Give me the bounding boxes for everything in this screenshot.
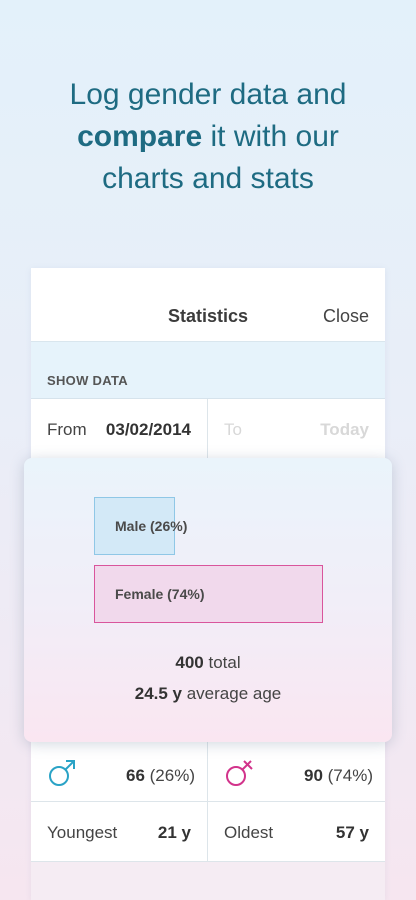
close-button[interactable]: Close: [323, 306, 369, 327]
age-range-row: Youngest 21 y Oldest 57 y: [31, 802, 385, 862]
female-bar: Female (74%): [94, 565, 323, 623]
gender-chart-popup: Male (26%) Female (74%) 400 total 24.5 y…: [24, 458, 392, 742]
average-age: 24.5 y average age: [24, 684, 392, 704]
male-bar: Male (26%): [94, 497, 187, 555]
female-count: 90: [304, 766, 323, 785]
female-count-value: 90 (74%): [304, 766, 373, 786]
total-count: 400 total: [24, 653, 392, 673]
card-header: Statistics Close: [31, 268, 385, 342]
from-date-field[interactable]: From 03/02/2014: [31, 399, 208, 459]
male-count-cell: 66 (26%): [31, 742, 208, 802]
promo-headline: Log gender data and compare it with our …: [0, 74, 416, 200]
to-date-field[interactable]: To Today: [208, 399, 385, 459]
headline-line-2: compare it with our: [0, 116, 416, 158]
headline-line-1: Log gender data and: [69, 78, 347, 111]
to-value: Today: [320, 420, 369, 439]
from-value: 03/02/2014: [105, 420, 191, 439]
youngest-value: 21 y: [157, 823, 191, 842]
male-percent: (26%): [144, 766, 195, 785]
male-count: 66: [126, 766, 145, 785]
female-percent: (74%): [322, 766, 373, 785]
total-suffix: total: [203, 653, 241, 672]
female-count-cell: 90 (74%): [208, 742, 385, 802]
total-value: 400: [175, 653, 204, 672]
youngest-label: Youngest: [47, 823, 118, 842]
oldest-value: 57 y: [335, 823, 369, 842]
headline-emphasis: compare: [77, 120, 203, 153]
male-count-value: 66 (26%): [126, 766, 195, 786]
male-bar-label: Male (26%): [115, 518, 188, 534]
oldest-cell: Oldest 57 y: [208, 802, 385, 862]
show-data-section-header: SHOW DATA: [31, 342, 385, 399]
footer-strip: [31, 862, 385, 900]
headline-line-3: charts and stats: [102, 162, 314, 195]
average-age-value: 24.5 y: [134, 684, 182, 703]
to-label: To: [224, 420, 242, 439]
youngest-cell: Youngest 21 y: [31, 802, 208, 862]
date-range-row: From 03/02/2014 To Today: [31, 399, 385, 459]
oldest-label: Oldest: [224, 823, 274, 842]
average-age-suffix: average age: [182, 684, 282, 703]
show-data-label: SHOW DATA: [47, 373, 128, 388]
gender-count-row: 66 (26%) 90 (74%): [31, 742, 385, 802]
female-bar-label: Female (74%): [115, 586, 205, 602]
female-symbol-icon: [226, 760, 253, 786]
male-symbol-icon: [49, 760, 75, 786]
headline-line-2-rest: it with our: [202, 120, 339, 153]
from-label: From: [47, 420, 87, 439]
